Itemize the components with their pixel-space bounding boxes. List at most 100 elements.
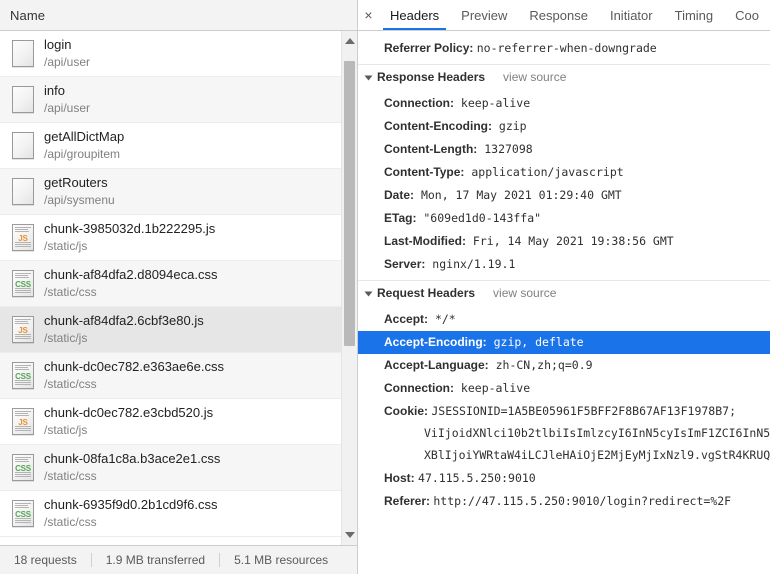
css-file-icon: CSS: [12, 362, 34, 389]
column-header-name[interactable]: Name: [0, 8, 45, 23]
response-header-key: Content-Type:: [384, 165, 465, 179]
tab-response[interactable]: Response: [518, 0, 599, 30]
js-file-icon: JS: [12, 316, 34, 343]
document-file-icon: [12, 40, 34, 67]
css-file-icon: CSS: [12, 454, 34, 481]
response-header-value: "609ed1d0-143ffa": [416, 211, 542, 225]
request-row[interactable]: JS chunk-dc0ec782.e3cbd520.js/static/js: [0, 399, 357, 445]
request-name: info: [44, 82, 65, 98]
request-text: chunk-af84dfa2.6cbf3e80.js/static/js: [44, 313, 204, 346]
request-text: chunk-3985032d.1b222295.js/static/js: [44, 221, 215, 254]
response-header-row[interactable]: Date: Mon, 17 May 2021 01:29:40 GMT: [358, 184, 770, 207]
tab-headers[interactable]: Headers: [379, 0, 450, 30]
referer-value: http://47.115.5.250:9010/login?redirect=…: [433, 494, 732, 508]
request-path: /static/css: [44, 285, 97, 300]
tab-preview[interactable]: Preview: [450, 0, 518, 30]
request-header-row[interactable]: Accept: */*: [358, 308, 770, 331]
request-row[interactable]: JS chunk-af84dfa2.6cbf3e80.js/static/js: [0, 307, 357, 353]
request-row[interactable]: JS chunk-3985032d.1b222295.js/static/js: [0, 215, 357, 261]
response-header-row[interactable]: Server: nginx/1.19.1: [358, 253, 770, 276]
request-header-key: Accept:: [384, 312, 429, 326]
response-header-key: Content-Length:: [384, 142, 478, 156]
scroll-up-arrow-icon[interactable]: [342, 33, 357, 49]
request-header-row[interactable]: Accept-Language: zh-CN,zh;q=0.9: [358, 354, 770, 377]
request-row[interactable]: getAllDictMap/api/groupitem: [0, 123, 357, 169]
response-header-value: keep-alive: [454, 96, 531, 110]
request-headers-section[interactable]: Request Headers view source: [358, 280, 770, 306]
request-text: chunk-af84dfa2.d8094eca.css/static/css: [44, 267, 217, 300]
request-name: chunk-08fa1c8a.b3ace2e1.css: [44, 450, 221, 466]
response-header-value: Fri, 14 May 2021 19:38:56 GMT: [466, 234, 674, 248]
request-path: /static/js: [44, 331, 88, 346]
request-text: getAllDictMap/api/groupitem: [44, 129, 124, 162]
request-path: /static/js: [44, 239, 88, 254]
request-detail-panel: × Headers Preview Response Initiator Timing C…: [358, 0, 770, 574]
request-header-value: */*: [428, 312, 456, 326]
request-name: getAllDictMap: [44, 128, 125, 144]
tab-initiator[interactable]: Initiator: [599, 0, 664, 30]
response-headers-section[interactable]: Response Headers view source: [358, 64, 770, 90]
response-header-row[interactable]: Content-Type: application/javascript: [358, 161, 770, 184]
tab-timing[interactable]: Timing: [664, 0, 725, 30]
response-view-source-link[interactable]: view source: [503, 68, 566, 87]
request-header-value: zh-CN,zh;q=0.9: [488, 358, 593, 372]
request-header-value: keep-alive: [454, 381, 531, 395]
request-row[interactable]: CSS chunk-dc0ec782.e363ae6e.css/static/cs…: [0, 353, 357, 399]
response-header-row[interactable]: Content-Length: 1327098: [358, 138, 770, 161]
request-row[interactable]: login/api/user: [0, 31, 357, 77]
tab-coo[interactable]: Coo: [724, 0, 770, 30]
request-path: /static/css: [44, 515, 97, 530]
request-header-key: Accept-Language:: [384, 358, 489, 372]
response-header-row[interactable]: Content-Encoding: gzip: [358, 115, 770, 138]
close-icon[interactable]: ×: [358, 0, 379, 30]
request-list-body[interactable]: login/api/user info/api/user getAllDictMap…: [0, 31, 357, 545]
request-text: info/api/user: [44, 83, 90, 116]
request-text: chunk-08fa1c8a.b3ace2e1.css/static/css: [44, 451, 220, 484]
request-path: /api/groupitem: [44, 147, 121, 162]
request-header-row[interactable]: Connection: keep-alive: [358, 377, 770, 400]
request-name: chunk-af84dfa2.d8094eca.css: [44, 266, 218, 282]
request-row[interactable]: CSS chunk-6935f9d0.2b1cd9f6.css/static/cs…: [0, 491, 357, 537]
network-status-bar: 18 requests 1.9 MB transferred 5.1 MB re…: [0, 545, 357, 574]
devtools-network-panel: Name login/api/user info/api/user getAllDi…: [0, 0, 770, 574]
host-key: Host:: [384, 471, 415, 485]
response-headers-title: Response Headers: [377, 70, 486, 84]
request-row[interactable]: CSS chunk-af84dfa2.d8094eca.css/static/cs…: [0, 261, 357, 307]
css-file-icon: CSS: [12, 270, 34, 297]
headers-content: Referrer Policy: no-referrer-when-downgr…: [358, 31, 770, 574]
scroll-down-arrow-icon[interactable]: [342, 527, 357, 543]
request-text: login/api/user: [44, 37, 90, 70]
response-header-key: Last-Modified:: [384, 234, 466, 248]
scrollbar-thumb[interactable]: [344, 61, 355, 346]
request-row[interactable]: getRouters/api/sysmenu: [0, 169, 357, 215]
request-text: chunk-dc0ec782.e3cbd520.js/static/js: [44, 405, 213, 438]
request-path: /static/css: [44, 469, 97, 484]
response-header-value: 1327098: [477, 142, 533, 156]
request-view-source-link[interactable]: view source: [493, 284, 556, 303]
request-list-header: Name: [0, 0, 357, 31]
request-name: chunk-3985032d.1b222295.js: [44, 220, 216, 236]
cookie-value-line-3: XBlIjoiYWRtaW4iLCJleHAiOjE2MjEyMjIxNzl9.…: [424, 448, 770, 462]
response-header-value: Mon, 17 May 2021 01:29:40 GMT: [414, 188, 622, 202]
cookie-value-line-2: ViIjoidXNlci10b2tlbiIsImlzcyI6InN5cyIsIm…: [424, 426, 770, 440]
response-header-row[interactable]: Connection: keep-alive: [358, 92, 770, 115]
request-text: chunk-dc0ec782.e363ae6e.css/static/css: [44, 359, 224, 392]
chevron-down-icon[interactable]: [364, 291, 373, 296]
response-header-row[interactable]: ETag: "609ed1d0-143ffa": [358, 207, 770, 230]
referrer-policy-row: Referrer Policy: no-referrer-when-downgr…: [358, 37, 770, 60]
request-list-scrollbar[interactable]: [341, 31, 357, 545]
response-header-key: ETag:: [384, 211, 417, 225]
request-row[interactable]: info/api/user: [0, 77, 357, 123]
response-header-row[interactable]: Last-Modified: Fri, 14 May 2021 19:38:56…: [358, 230, 770, 253]
request-header-row[interactable]: Accept-Encoding: gzip, deflate: [358, 331, 770, 354]
request-name: chunk-6935f9d0.2b1cd9f6.css: [44, 496, 218, 512]
request-text: getRouters/api/sysmenu: [44, 175, 115, 208]
chevron-down-icon[interactable]: [364, 75, 373, 80]
request-path: /api/user: [44, 55, 91, 70]
response-header-value: gzip: [491, 119, 527, 133]
cookie-row: Cookie: JSESSIONID=1A5BE05961F5BFF2F8B67…: [358, 400, 770, 423]
referer-row: Referer: http://47.115.5.250:9010/login?…: [358, 490, 770, 513]
detail-tabbar: × Headers Preview Response Initiator Timing C…: [358, 0, 770, 31]
js-file-icon: JS: [12, 224, 34, 251]
request-row[interactable]: CSS chunk-08fa1c8a.b3ace2e1.css/static/cs…: [0, 445, 357, 491]
